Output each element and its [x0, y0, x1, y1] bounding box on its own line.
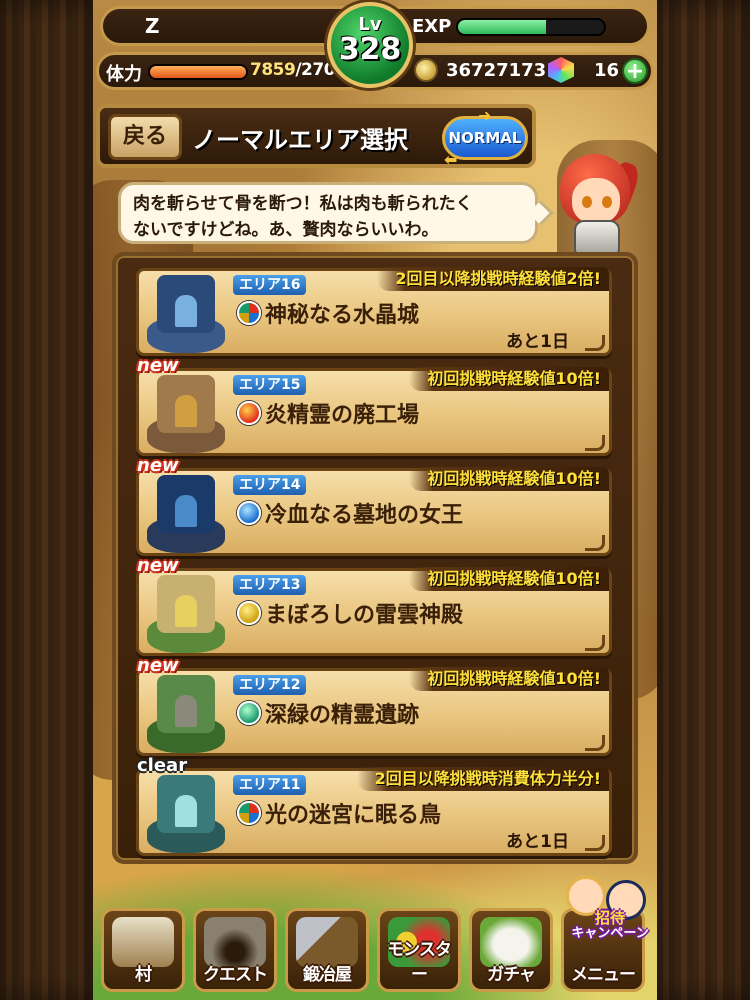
nav-button-label: 村 [135, 965, 152, 985]
navigator-speech-bubble: 肉を斬らせて骨を断つ！私は肉も斬られたく ないですけどね。あ、贅肉ならいいわ。 [118, 182, 538, 244]
stamina-label: 体力 [106, 64, 142, 85]
exp-bar [456, 18, 606, 36]
exp-label: EXP [412, 16, 452, 37]
player-name: Z [145, 14, 160, 38]
status-badge: new [137, 355, 179, 376]
back-button[interactable]: 戻る [108, 114, 182, 160]
area-number-tag: エリア12 [233, 675, 307, 695]
area-thumbnail [143, 267, 229, 357]
area-name: 冷血なる墓地の女王 [265, 503, 464, 528]
speech-line-1: 肉を斬らせて骨を断つ！私は肉も斬られたく [133, 194, 473, 214]
area-name: 深緑の精霊遺跡 [265, 703, 420, 728]
level-value: 328 [338, 32, 402, 67]
bonus-banner: 2回目以降挑戦時経験値2倍! [377, 267, 609, 291]
status-badge: new [137, 555, 179, 576]
page-title: ノーマルエリア選択 [192, 126, 408, 154]
area-thumbnail [143, 467, 229, 557]
bonus-banner: 2回目以降挑戦時消費体力半分! [356, 767, 609, 791]
element-icon [237, 601, 261, 625]
area-name: 炎精霊の廃工場 [265, 403, 420, 428]
bonus-banner: 初回挑戦時経験値10倍! [409, 667, 609, 691]
coin-icon [414, 58, 438, 82]
element-icon [237, 801, 261, 825]
area-name: まぼろしの雷雲神殿 [265, 603, 464, 628]
left-wood-border [0, 0, 93, 1000]
bonus-banner: 初回挑戦時経験値10倍! [409, 467, 609, 491]
area-thumbnail [143, 367, 229, 457]
nav-button-label: メニュー [571, 965, 636, 985]
status-badge: clear [137, 755, 188, 776]
element-icon [237, 701, 261, 725]
area-card[interactable]: エリア12 初回挑戦時経験値10倍! 深緑の精霊遺跡 new [136, 655, 612, 757]
buy-gems-button[interactable]: + [622, 58, 648, 84]
area-thumbnail [143, 667, 229, 757]
status-badge: new [137, 655, 179, 676]
time-remaining: あと1日 [506, 332, 569, 352]
area-number-tag: エリア13 [233, 575, 307, 595]
corner-ornament [585, 835, 605, 851]
corner-ornament [585, 435, 605, 451]
area-card[interactable]: エリア13 初回挑戦時経験値10倍! まぼろしの雷雲神殿 new [136, 555, 612, 657]
nav-button-village-gate[interactable]: 村 [101, 908, 185, 992]
speech-line-2: ないですけどね。あ、贅肉ならいいわ。 [133, 220, 439, 240]
area-card[interactable]: エリア11 2回目以降挑戦時消費体力半分! 光の迷宮に眠る鳥 あと1日 clea… [136, 755, 612, 857]
corner-ornament [585, 635, 605, 651]
invite-campaign-text: 招待 キャンペーン [562, 910, 658, 942]
arrow-left-icon: ⬅ [444, 150, 458, 169]
time-remaining: あと1日 [506, 832, 569, 852]
area-name: 神秘なる水晶城 [265, 303, 420, 328]
area-number-tag: エリア14 [233, 475, 307, 495]
nav-button-label: モンスター [387, 940, 452, 985]
element-icon [237, 501, 261, 525]
corner-ornament [585, 535, 605, 551]
level-badge: Lv 328 [327, 2, 413, 88]
gem-count: 16 [594, 60, 620, 81]
corner-ornament [585, 735, 605, 751]
nav-button-label: 鍛冶屋 [303, 965, 352, 985]
nav-button-egg[interactable]: ガチャ [469, 908, 553, 992]
area-name: 光の迷宮に眠る鳥 [265, 803, 442, 828]
bonus-banner: 初回挑戦時経験値10倍! [409, 367, 609, 391]
corner-ornament [585, 335, 605, 351]
invite-line-2: キャンペーン [571, 926, 649, 941]
element-icon [237, 401, 261, 425]
stamina-current: 7859 [250, 60, 296, 80]
area-thumbnail [143, 567, 229, 657]
invite-campaign-badge[interactable]: 招待 キャンペーン [562, 876, 658, 941]
nav-button-monsters[interactable]: モンスター [377, 908, 461, 992]
area-card[interactable]: エリア15 初回挑戦時経験値10倍! 炎精霊の廃工場 new [136, 355, 612, 457]
area-card[interactable]: エリア16 2回目以降挑戦時経験値2倍! 神秘なる水晶城 あと1日 [136, 267, 612, 357]
nav-button-hammer[interactable]: 鍛冶屋 [285, 908, 369, 992]
exp-bar-fill [458, 20, 546, 34]
stamina-max: /270 [295, 60, 336, 80]
area-number-tag: エリア11 [233, 775, 307, 795]
stamina-bar-fill [150, 66, 246, 78]
bonus-banner: 初回挑戦時経験値10倍! [409, 567, 609, 591]
area-number-tag: エリア15 [233, 375, 307, 395]
stamina-bar [148, 64, 248, 80]
invite-line-1: 招待 [594, 909, 625, 927]
status-badge: new [137, 455, 179, 476]
area-card[interactable]: エリア14 初回挑戦時経験値10倍! 冷血なる墓地の女王 new [136, 455, 612, 557]
area-thumbnail [143, 767, 229, 857]
nav-button-cave[interactable]: クエスト [193, 908, 277, 992]
coin-count: 36727173 [446, 60, 547, 81]
navigator-character [552, 152, 643, 256]
element-icon [237, 301, 261, 325]
stamina-value: 7859/270 [250, 60, 336, 80]
arrow-right-icon: ➜ [478, 106, 492, 125]
area-number-tag: エリア16 [233, 275, 307, 295]
right-wood-border [657, 0, 750, 1000]
nav-button-label: クエスト [203, 965, 268, 985]
nav-button-label: ガチャ [487, 965, 536, 985]
